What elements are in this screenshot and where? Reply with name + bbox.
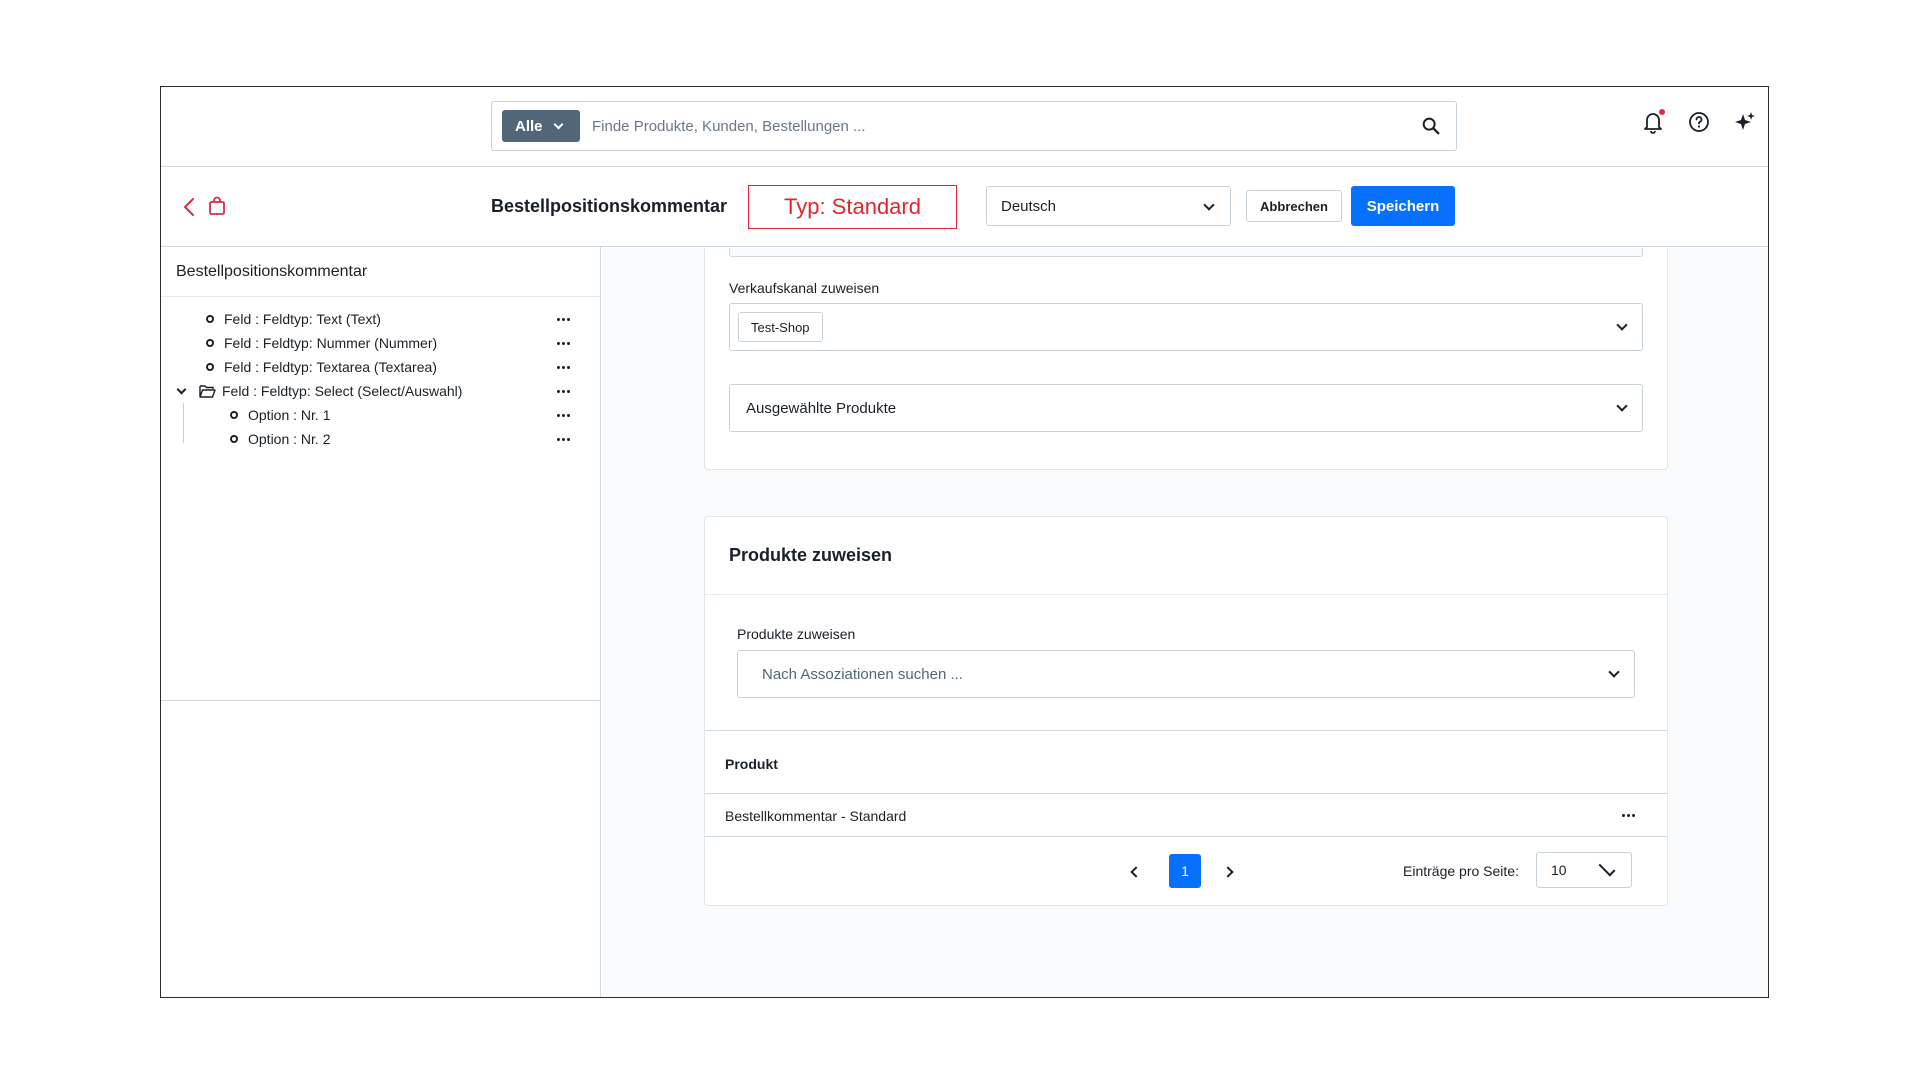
- top-bar: Alle: [161, 87, 1768, 167]
- chevron-down-icon: [1616, 319, 1628, 331]
- app-window: Alle Finde Produkte, Kunden, Bestellunge…: [160, 86, 1769, 998]
- more-icon[interactable]: [557, 359, 573, 375]
- chevron-down-icon: [1598, 859, 1616, 877]
- help-icon: [1689, 112, 1709, 132]
- per-page-value: 10: [1551, 862, 1567, 878]
- sales-channel-tag[interactable]: Test-Shop: [738, 312, 823, 342]
- sales-channel-label: Verkaufskanal zuweisen: [729, 280, 880, 296]
- tree-item[interactable]: Option : Nr. 2: [161, 427, 600, 451]
- association-search-select[interactable]: Nach Assoziationen suchen ...: [737, 650, 1635, 698]
- association-search-placeholder: Nach Assoziationen suchen ...: [762, 665, 963, 683]
- tree-item-folder[interactable]: Feld : Feldtyp: Select (Select/Auswahl): [161, 379, 600, 403]
- field-tree: Feld : Feldtyp: Text (Text) Feld : Feldt…: [161, 297, 600, 451]
- tree-item-label: Feld : Feldtyp: Textarea (Textarea): [224, 359, 437, 375]
- tree-item[interactable]: Feld : Feldtyp: Text (Text): [161, 307, 600, 331]
- circle-icon: [230, 435, 238, 443]
- top-icons: [1640, 109, 1758, 135]
- ai-assistant-button[interactable]: [1732, 109, 1758, 135]
- table-row[interactable]: Bestellkommentar - Standard: [705, 794, 1667, 837]
- tree-item[interactable]: Option : Nr. 1: [161, 403, 600, 427]
- selected-products-select[interactable]: Ausgewählte Produkte: [729, 384, 1643, 432]
- card-title: Produkte zuweisen: [705, 517, 1667, 595]
- folder-open-icon: [199, 385, 216, 398]
- tree-item-label: Feld : Feldtyp: Nummer (Nummer): [224, 335, 438, 351]
- product-name: Bestellkommentar - Standard: [725, 808, 907, 824]
- tree-item-label: Feld : Feldtyp: Select (Select/Auswahl): [222, 383, 463, 399]
- assignment-card: Verkaufskanal zuweisen Test-Shop Ausgewä…: [704, 248, 1668, 470]
- circle-icon: [206, 363, 214, 371]
- language-value: Deutsch: [1001, 197, 1057, 215]
- notifications-button[interactable]: [1640, 109, 1666, 135]
- tree-item[interactable]: Feld : Feldtyp: Nummer (Nummer): [161, 331, 600, 355]
- assign-products-label: Produkte zuweisen: [737, 626, 856, 642]
- search-type-dropdown[interactable]: Alle: [502, 110, 580, 142]
- notification-dot: [1659, 109, 1665, 115]
- previous-field: [729, 248, 1643, 257]
- more-icon[interactable]: [557, 431, 573, 447]
- assign-products-card: Produkte zuweisen Produkte zuweisen Nach…: [704, 516, 1668, 906]
- tree-item-label: Option : Nr. 1: [248, 407, 331, 423]
- chevron-down-icon[interactable]: [176, 384, 187, 394]
- per-page-label: Einträge pro Seite:: [1403, 863, 1519, 879]
- sidebar: Bestellpositionskommentar Feld : Feldtyp…: [161, 247, 601, 997]
- circle-icon: [230, 411, 238, 419]
- tree-item[interactable]: Feld : Feldtyp: Textarea (Textarea): [161, 355, 600, 379]
- page-header: Bestellpositionskommentar Typ: Standard …: [161, 167, 1768, 247]
- chevron-down-icon: [553, 119, 563, 129]
- sales-channel-select[interactable]: Test-Shop: [729, 303, 1643, 351]
- pagination: 1 Einträge pro Seite: 10: [705, 837, 1667, 907]
- save-button[interactable]: Speichern: [1351, 186, 1455, 226]
- global-search: Alle: [491, 101, 1457, 151]
- circle-icon: [206, 315, 214, 323]
- search-input[interactable]: [592, 110, 1392, 142]
- divider: [161, 700, 601, 701]
- per-page-select[interactable]: 10: [1536, 852, 1632, 888]
- more-icon[interactable]: [557, 335, 573, 351]
- more-icon[interactable]: [557, 407, 573, 423]
- chevron-right-icon[interactable]: [1223, 865, 1237, 879]
- search-type-label: Alle: [515, 117, 543, 135]
- circle-icon: [206, 339, 214, 347]
- chevron-down-icon: [1616, 400, 1628, 412]
- more-icon[interactable]: [557, 383, 573, 399]
- more-icon[interactable]: [1622, 814, 1635, 817]
- main-content: Verkaufskanal zuweisen Test-Shop Ausgewä…: [602, 248, 1768, 997]
- chevron-left-icon[interactable]: [1127, 865, 1141, 879]
- back-icon[interactable]: [179, 195, 199, 219]
- chevron-down-icon: [1608, 666, 1620, 678]
- type-badge: Typ: Standard: [748, 185, 957, 229]
- language-select[interactable]: Deutsch: [986, 186, 1231, 226]
- selected-products-label: Ausgewählte Produkte: [746, 399, 897, 417]
- cancel-button[interactable]: Abbrechen: [1246, 190, 1342, 222]
- tree-guide-line: [183, 403, 184, 443]
- sparkles-icon: [1735, 112, 1755, 130]
- sidebar-title: Bestellpositionskommentar: [161, 247, 600, 297]
- chevron-down-icon: [1203, 199, 1215, 211]
- page-1-button[interactable]: 1: [1169, 854, 1201, 888]
- tree-item-label: Feld : Feldtyp: Text (Text): [224, 311, 381, 327]
- shopping-bag-icon: [209, 196, 225, 215]
- tree-item-label: Option : Nr. 2: [248, 431, 331, 447]
- help-button[interactable]: [1686, 109, 1712, 135]
- more-icon[interactable]: [557, 311, 573, 327]
- page-title: Bestellpositionskommentar: [491, 196, 728, 216]
- search-icon[interactable]: [1420, 115, 1442, 137]
- column-header-product[interactable]: Produkt: [705, 730, 1667, 794]
